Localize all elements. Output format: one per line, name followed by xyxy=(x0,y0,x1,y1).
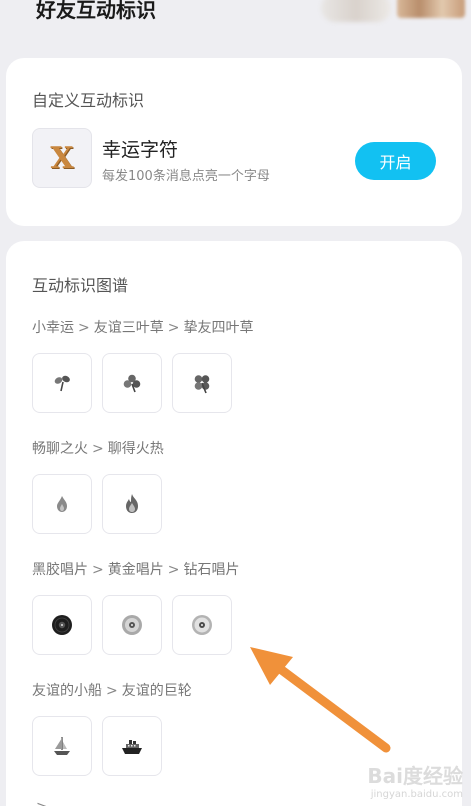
badge-tile[interactable] xyxy=(102,474,162,534)
lucky-letter-badge: X xyxy=(32,128,92,188)
badge-tile[interactable] xyxy=(32,595,92,655)
path-separator: > xyxy=(92,562,104,578)
stage-label: 黑胶唱片 xyxy=(32,562,88,578)
big-flame-icon xyxy=(126,494,138,513)
icon-row-boat xyxy=(32,716,162,776)
badge-tile[interactable] xyxy=(102,595,162,655)
four-leaf-clover-icon xyxy=(194,375,210,394)
watermark-url: jingyan.baidu.com xyxy=(370,789,463,800)
diamond-record-icon xyxy=(192,615,212,635)
sailboat-icon xyxy=(54,737,70,755)
two-leaf-sprout-icon xyxy=(54,375,70,392)
icon-row-record xyxy=(32,595,232,655)
vinyl-record-icon xyxy=(52,615,72,635)
stage-label: 挚友四叶草 xyxy=(183,320,254,336)
badge-tile[interactable] xyxy=(32,353,92,413)
stage-label: 友谊的小船 xyxy=(32,683,102,699)
badge-tile[interactable] xyxy=(102,716,162,776)
stage-label: 聊得火热 xyxy=(107,441,164,457)
avatar xyxy=(397,0,465,18)
badge-tile[interactable] xyxy=(32,474,92,534)
group-path-partial: > xyxy=(32,799,52,806)
path-separator: > xyxy=(32,799,52,806)
path-separator: > xyxy=(167,320,180,336)
badge-tile[interactable] xyxy=(172,595,232,655)
avatar xyxy=(321,0,391,22)
small-flame-icon xyxy=(57,496,67,512)
group-path-fire: 畅聊之火 > 聊得火热 xyxy=(32,438,164,458)
stage-label: 小幸运 xyxy=(32,320,74,336)
path-separator: > xyxy=(167,562,180,578)
section-title-map: 互动标识图谱 xyxy=(32,276,129,295)
badge-tile[interactable] xyxy=(32,716,92,776)
watermark-brand: Bai度经验 xyxy=(367,764,463,788)
three-leaf-clover-icon xyxy=(123,374,141,393)
icon-row-clover xyxy=(32,353,232,413)
group-path-record: 黑胶唱片 > 黄金唱片 > 钻石唱片 xyxy=(32,559,239,579)
path-separator: > xyxy=(92,441,104,457)
open-button[interactable]: 开启 xyxy=(355,142,436,180)
icon-row-fire xyxy=(32,474,162,534)
indicator-map-card: 互动标识图谱 小幸运 > 友谊三叶草 > 挚友四叶草 畅聊之火 > 聊得火热 黑… xyxy=(6,241,462,806)
friend-avatars xyxy=(321,0,471,22)
badge-tile[interactable] xyxy=(172,353,232,413)
group-path-boat: 友谊的小船 > 友谊的巨轮 xyxy=(32,680,192,700)
gold-record-icon xyxy=(122,615,142,635)
path-separator: > xyxy=(106,683,118,699)
feature-name: 幸运字符 xyxy=(102,139,179,161)
steamship-icon xyxy=(122,740,142,754)
stage-label: 友谊三叶草 xyxy=(93,320,164,336)
custom-indicator-card: 自定义互动标识 X 幸运字符 每发100条消息点亮一个字母 开启 xyxy=(6,58,462,226)
feature-description: 每发100条消息点亮一个字母 xyxy=(102,169,270,184)
section-title-custom: 自定义互动标识 xyxy=(32,91,145,110)
stage-label: 友谊的巨轮 xyxy=(121,683,192,699)
stage-label: 畅聊之火 xyxy=(32,441,88,457)
page-title: 好友互动标识 xyxy=(36,0,156,22)
letter-x-icon: X xyxy=(50,140,74,176)
path-separator: > xyxy=(78,320,90,336)
group-path-clover: 小幸运 > 友谊三叶草 > 挚友四叶草 xyxy=(32,317,253,337)
stage-label: 钻石唱片 xyxy=(183,562,240,578)
stage-label: 黄金唱片 xyxy=(107,562,164,578)
badge-tile[interactable] xyxy=(102,353,162,413)
watermark: Bai度经验 jingyan.baidu.com xyxy=(367,760,463,800)
